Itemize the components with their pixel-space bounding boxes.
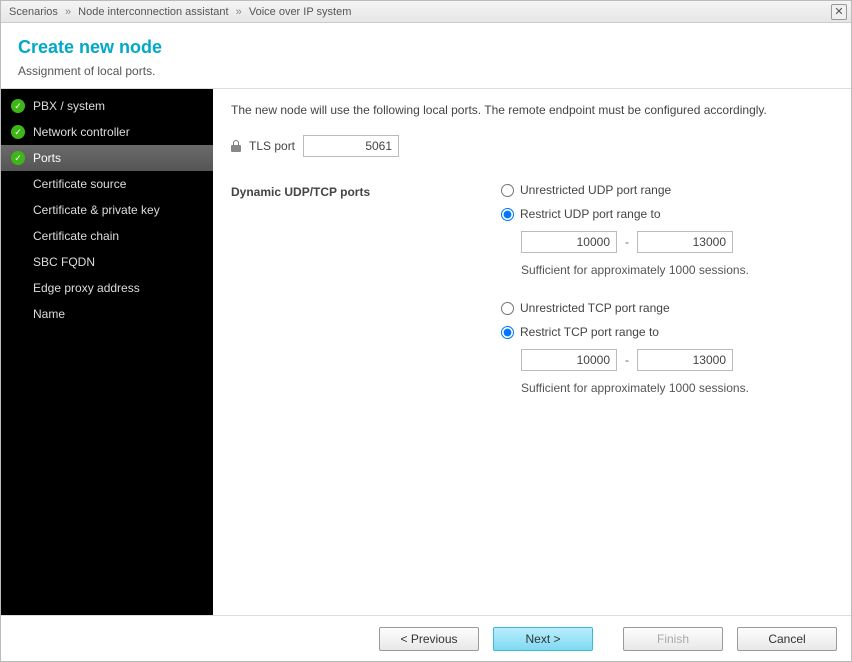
- check-icon: [11, 99, 25, 113]
- dynamic-ports-options: Unrestricted UDP port range Restrict UDP…: [501, 183, 833, 419]
- step-label: Network controller: [33, 125, 205, 139]
- wizard-footer: < Previous Next > Finish Cancel: [1, 615, 851, 661]
- breadcrumb-segment[interactable]: Scenarios: [9, 6, 58, 18]
- step-label: PBX / system: [33, 99, 205, 113]
- previous-button[interactable]: < Previous: [379, 627, 479, 651]
- step-sbc-fqdn[interactable]: SBC FQDN: [1, 249, 213, 275]
- udp-restrict-option[interactable]: Restrict UDP port range to: [501, 207, 833, 221]
- option-label: Unrestricted UDP port range: [520, 183, 671, 197]
- option-label: Unrestricted TCP port range: [520, 301, 670, 315]
- dynamic-ports-label: Dynamic UDP/TCP ports: [231, 183, 501, 199]
- step-label: Certificate source: [33, 177, 205, 191]
- udp-unrestricted-radio[interactable]: [501, 184, 514, 197]
- wizard-body: PBX / system Network controller Ports Ce…: [1, 88, 851, 615]
- breadcrumb-sep: »: [236, 6, 242, 18]
- page-title: Create new node: [18, 37, 835, 58]
- breadcrumb-segment: Voice over IP system: [249, 6, 352, 18]
- tcp-unrestricted-option[interactable]: Unrestricted TCP port range: [501, 301, 833, 315]
- udp-range-to-input[interactable]: [637, 231, 733, 253]
- close-icon[interactable]: ✕: [831, 4, 847, 20]
- step-label: Edge proxy address: [33, 281, 205, 295]
- lock-icon: [231, 140, 241, 152]
- step-name[interactable]: Name: [1, 301, 213, 327]
- step-label: Certificate chain: [33, 229, 205, 243]
- page-subtitle: Assignment of local ports.: [18, 64, 835, 78]
- option-label: Restrict UDP port range to: [520, 207, 661, 221]
- step-label: Ports: [33, 151, 205, 165]
- step-ports[interactable]: Ports: [1, 145, 213, 171]
- finish-button: Finish: [623, 627, 723, 651]
- check-icon: [11, 125, 25, 139]
- step-label: Certificate & private key: [33, 203, 205, 217]
- tcp-range-to-input[interactable]: [637, 349, 733, 371]
- titlebar: Scenarios » Node interconnection assista…: [1, 1, 851, 23]
- wizard-main: The new node will use the following loca…: [213, 89, 851, 615]
- range-dash: -: [623, 353, 631, 367]
- step-certificate-chain[interactable]: Certificate chain: [1, 223, 213, 249]
- udp-range-row: -: [501, 231, 833, 253]
- tcp-range-from-input[interactable]: [521, 349, 617, 371]
- step-certificate-private-key[interactable]: Certificate & private key: [1, 197, 213, 223]
- step-label: Name: [33, 307, 205, 321]
- udp-restrict-radio[interactable]: [501, 208, 514, 221]
- tcp-range-row: -: [501, 349, 833, 371]
- cancel-button[interactable]: Cancel: [737, 627, 837, 651]
- breadcrumb-segment[interactable]: Node interconnection assistant: [78, 6, 228, 18]
- wizard-header: Create new node Assignment of local port…: [1, 23, 851, 88]
- step-label: SBC FQDN: [33, 255, 205, 269]
- tcp-unrestricted-radio[interactable]: [501, 302, 514, 315]
- udp-hint: Sufficient for approximately 1000 sessio…: [501, 263, 833, 277]
- step-pbx-system[interactable]: PBX / system: [1, 93, 213, 119]
- option-label: Restrict TCP port range to: [520, 325, 659, 339]
- tls-port-row: TLS port: [231, 135, 833, 157]
- intro-text: The new node will use the following loca…: [231, 103, 833, 117]
- breadcrumb: Scenarios » Node interconnection assista…: [9, 6, 831, 18]
- breadcrumb-sep: »: [65, 6, 71, 18]
- step-certificate-source[interactable]: Certificate source: [1, 171, 213, 197]
- step-edge-proxy-address[interactable]: Edge proxy address: [1, 275, 213, 301]
- tcp-restrict-radio[interactable]: [501, 326, 514, 339]
- tls-port-input[interactable]: [303, 135, 399, 157]
- step-network-controller[interactable]: Network controller: [1, 119, 213, 145]
- tcp-hint: Sufficient for approximately 1000 sessio…: [501, 381, 833, 395]
- check-icon: [11, 151, 25, 165]
- next-button[interactable]: Next >: [493, 627, 593, 651]
- dynamic-ports-section: Dynamic UDP/TCP ports Unrestricted UDP p…: [231, 183, 833, 419]
- udp-unrestricted-option[interactable]: Unrestricted UDP port range: [501, 183, 833, 197]
- tcp-restrict-option[interactable]: Restrict TCP port range to: [501, 325, 833, 339]
- udp-range-from-input[interactable]: [521, 231, 617, 253]
- range-dash: -: [623, 235, 631, 249]
- wizard-steps-sidebar: PBX / system Network controller Ports Ce…: [1, 89, 213, 615]
- tls-port-label: TLS port: [249, 139, 295, 153]
- wizard-window: Scenarios » Node interconnection assista…: [0, 0, 852, 662]
